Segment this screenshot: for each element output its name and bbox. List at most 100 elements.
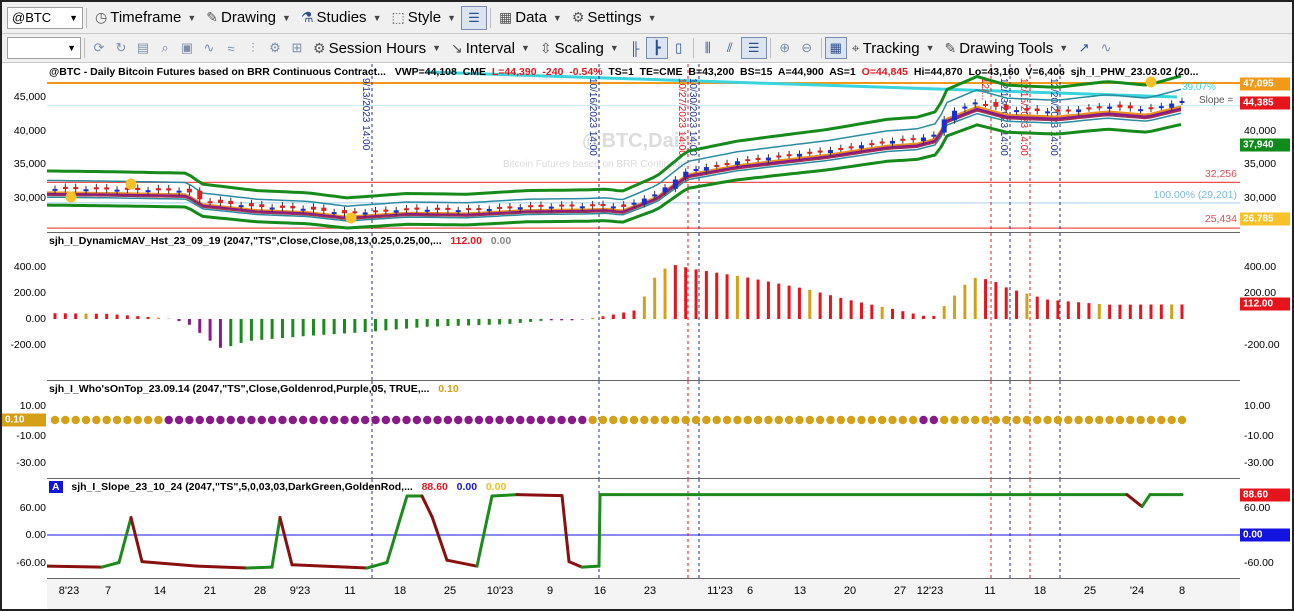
time-axis[interactable]: 8'23 7 14 21 28 9'23 11 18 25 10'23 9 16 23 11'23 6 13 2… bbox=[47, 579, 1240, 609]
panes-toggle-icon[interactable]: ☰ bbox=[740, 37, 767, 59]
tick-label: 0.00 bbox=[25, 313, 46, 325]
table-icon[interactable]: ▤ bbox=[132, 37, 154, 59]
studies-menu[interactable]: ⚗ Studies ▼ bbox=[296, 2, 387, 33]
timeframe-menu[interactable]: ◷ Timeframe ▼ bbox=[90, 2, 201, 33]
state-dot bbox=[784, 415, 794, 425]
who-chart[interactable] bbox=[47, 381, 1240, 479]
candles-icon[interactable]: ⫼ bbox=[697, 37, 719, 59]
slope-segment bbox=[129, 516, 144, 564]
symbol-combo[interactable]: @BTC ▼ bbox=[7, 6, 83, 29]
state-dot bbox=[826, 415, 835, 425]
state-dot bbox=[1105, 415, 1114, 425]
state-dot bbox=[588, 415, 597, 425]
candle-body bbox=[848, 146, 854, 149]
data-menu[interactable]: ▦ Data ▼ bbox=[494, 2, 567, 33]
separator bbox=[490, 7, 491, 28]
drawing-tools-menu[interactable]: ✎ Drawing Tools ▼ bbox=[940, 34, 1074, 62]
ohlc-icon[interactable]: ┣ bbox=[645, 37, 668, 59]
tick-label: 10.00 bbox=[19, 400, 46, 412]
scaling-label: Scaling bbox=[554, 39, 604, 57]
state-dot bbox=[702, 415, 711, 425]
x-tick-label: 27 bbox=[893, 585, 907, 597]
price-pane[interactable]: @BTC - Daily Bitcoin Futures based on BR… bbox=[47, 64, 1240, 233]
state-dot bbox=[722, 415, 732, 425]
state-dot bbox=[640, 415, 649, 425]
candle-body bbox=[972, 102, 978, 105]
candle-body bbox=[1117, 104, 1123, 108]
price-chart[interactable]: @BTC,DailyBitcoin Futures based on BRR C… bbox=[47, 64, 1240, 233]
state-dot bbox=[236, 415, 246, 425]
candle-body bbox=[776, 155, 782, 158]
chart-wave-icon[interactable]: ≈ bbox=[220, 37, 242, 59]
state-dot bbox=[764, 415, 773, 425]
state-dot bbox=[753, 415, 763, 425]
drawing-menu[interactable]: ✎ Drawing ▼ bbox=[201, 2, 296, 33]
state-dot bbox=[526, 415, 535, 425]
bars-icon[interactable]: ⫶ bbox=[242, 37, 264, 59]
timeframe-label: Timeframe bbox=[110, 9, 182, 26]
price-left-axis: 45,000 40,000 35,000 30,000 bbox=[2, 64, 47, 233]
drawing-tools-icon: ✎ bbox=[944, 39, 957, 56]
whosontop-pane[interactable]: sjh_I_Who'sOnTop_23.09.14 (2047,"TS",Clo… bbox=[47, 381, 1240, 479]
candle-body bbox=[435, 207, 441, 210]
scaling-menu[interactable]: ⇳ Scaling ▼ bbox=[535, 34, 624, 62]
dmav-pane[interactable]: sjh_I_DynamicMAV_Hst_23_09_19 (2047,"TS"… bbox=[47, 233, 1240, 381]
candle-body bbox=[910, 138, 916, 141]
settings-menu[interactable]: ⚙ Settings ▼ bbox=[567, 2, 662, 33]
dropdown-icon: ▼ bbox=[520, 43, 530, 53]
candle-body bbox=[393, 210, 399, 213]
session-hours-menu[interactable]: ⚙ Session Hours ▼ bbox=[308, 34, 446, 62]
state-dot bbox=[226, 415, 235, 425]
state-dot bbox=[805, 415, 814, 425]
candle-body bbox=[652, 194, 658, 197]
filter-icon[interactable]: ⊞ bbox=[286, 37, 308, 59]
slope-chart[interactable] bbox=[47, 479, 1240, 579]
refresh-icon[interactable]: ⟳ bbox=[88, 37, 110, 59]
slope-pane[interactable]: A sjh_I_Slope_23_10_24 (2047,"TS",5,0,03… bbox=[47, 479, 1240, 579]
candle-body bbox=[755, 157, 761, 160]
state-dot bbox=[1157, 415, 1166, 425]
candle-icon[interactable]: ▯ bbox=[668, 37, 690, 59]
tracking-menu[interactable]: ⌖ Tracking ▼ bbox=[847, 34, 940, 62]
state-dot bbox=[960, 415, 970, 425]
state-dot bbox=[102, 415, 111, 425]
data-window-icon[interactable]: ▦ bbox=[824, 37, 847, 59]
histogram-icon[interactable]: ⫽ bbox=[719, 37, 741, 59]
interval-menu[interactable]: ↘ Interval ▼ bbox=[446, 34, 535, 62]
more-icon[interactable]: ∿ bbox=[1095, 37, 1117, 59]
config-icon[interactable]: ⚙ bbox=[264, 37, 286, 59]
candle-body bbox=[1014, 110, 1020, 113]
header-title: @BTC - Daily Bitcoin Futures based on BR… bbox=[49, 66, 386, 78]
link-panes-button[interactable]: ☰ bbox=[461, 5, 487, 30]
who-left-axis: 10.00 0.10 -10.00 -30.00 bbox=[2, 381, 47, 479]
candle-body bbox=[228, 200, 234, 205]
state-dot bbox=[857, 415, 866, 425]
state-dot bbox=[743, 415, 752, 425]
interval-combo[interactable]: ▼ bbox=[7, 37, 81, 59]
state-dot bbox=[423, 415, 432, 425]
state-dot bbox=[392, 415, 401, 425]
state-dot bbox=[485, 415, 494, 425]
dmav-chart[interactable] bbox=[47, 233, 1240, 381]
candle-body bbox=[548, 206, 554, 209]
state-dot bbox=[474, 415, 484, 425]
style-menu[interactable]: ⬚ Style ▼ bbox=[386, 2, 461, 33]
x-tick-label: 25 bbox=[443, 585, 457, 597]
tick-label: 400.00 bbox=[1244, 261, 1277, 273]
zoom-in-icon[interactable]: ⊕ bbox=[774, 37, 796, 59]
candle-body bbox=[838, 147, 844, 150]
bar-chart-icon[interactable]: ╟ bbox=[624, 37, 646, 59]
image-icon[interactable]: ▣ bbox=[176, 37, 198, 59]
find-icon[interactable]: ⌕ bbox=[154, 37, 176, 59]
trend-icon[interactable]: ↗ bbox=[1073, 37, 1095, 59]
tick-label: 400.00 bbox=[13, 261, 46, 273]
session-hours-label: Session Hours bbox=[328, 39, 427, 57]
level-label: 100.00% (29,201) bbox=[1154, 189, 1237, 201]
dmav-header: sjh_I_DynamicMAV_Hst_23_09_19 (2047,"TS"… bbox=[49, 235, 511, 247]
x-tick-label: 10'23 bbox=[486, 585, 514, 597]
reload-icon[interactable]: ↻ bbox=[110, 37, 132, 59]
zoom-out-icon[interactable]: ⊖ bbox=[796, 37, 818, 59]
badge-icon[interactable]: A bbox=[49, 481, 63, 493]
candle-body bbox=[455, 210, 461, 213]
wave-icon[interactable]: ∿ bbox=[198, 37, 220, 59]
